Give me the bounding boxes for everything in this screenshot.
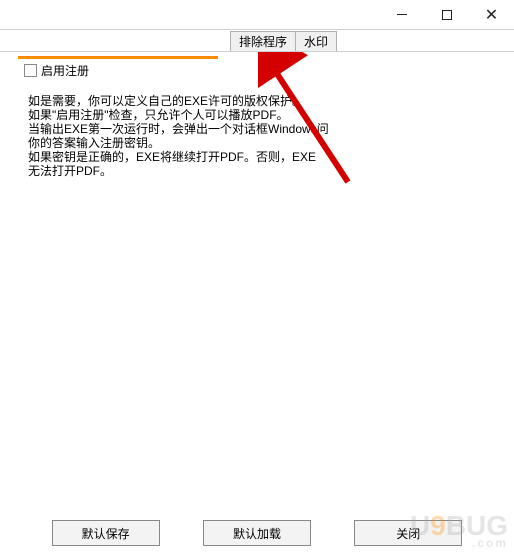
- tab-exclude[interactable]: 排除程序: [230, 31, 296, 51]
- enable-register-checkbox[interactable]: [24, 64, 37, 77]
- help-line5: 如果密钥是正确的，EXE将继续打开PDF。否则，EXE: [28, 150, 316, 164]
- tab-watermark[interactable]: 水印: [295, 31, 337, 51]
- close-icon: ✕: [485, 5, 498, 25]
- default-save-button[interactable]: 默认保存: [52, 520, 160, 546]
- help-line4: 你的答案输入注册密钥。: [28, 136, 160, 150]
- default-load-button[interactable]: 默认加载: [203, 520, 311, 546]
- help-line1: 如是需要，你可以定义自己的EXE许可的版权保护。: [28, 94, 304, 108]
- selected-tab-highlight: [18, 56, 218, 59]
- close-window-button[interactable]: ✕: [469, 0, 514, 29]
- minimize-icon: [397, 14, 407, 15]
- enable-register-row: 启用注册: [24, 62, 89, 79]
- minimize-button[interactable]: [379, 0, 424, 29]
- help-line3: 当输出EXE第一次运行时，会弹出一个对话框Windows问: [28, 122, 329, 136]
- close-button[interactable]: 关闭: [354, 520, 462, 546]
- window-titlebar: ✕: [0, 0, 514, 30]
- tabs-bar: 排除程序 水印: [0, 30, 514, 52]
- button-row: 默认保存 默认加载 关闭: [0, 520, 514, 546]
- content-panel: 启用注册 如是需要，你可以定义自己的EXE许可的版权保护。 如果"启用注册"检查…: [0, 52, 514, 510]
- maximize-icon: [442, 10, 452, 20]
- help-line6: 无法打开PDF。: [28, 164, 112, 178]
- help-text: 如是需要，你可以定义自己的EXE许可的版权保护。 如果"启用注册"检查，只允许个…: [28, 94, 329, 178]
- maximize-button[interactable]: [424, 0, 469, 29]
- enable-register-label: 启用注册: [41, 62, 89, 79]
- help-line2: 如果"启用注册"检查，只允许个人可以播放PDF。: [28, 108, 289, 122]
